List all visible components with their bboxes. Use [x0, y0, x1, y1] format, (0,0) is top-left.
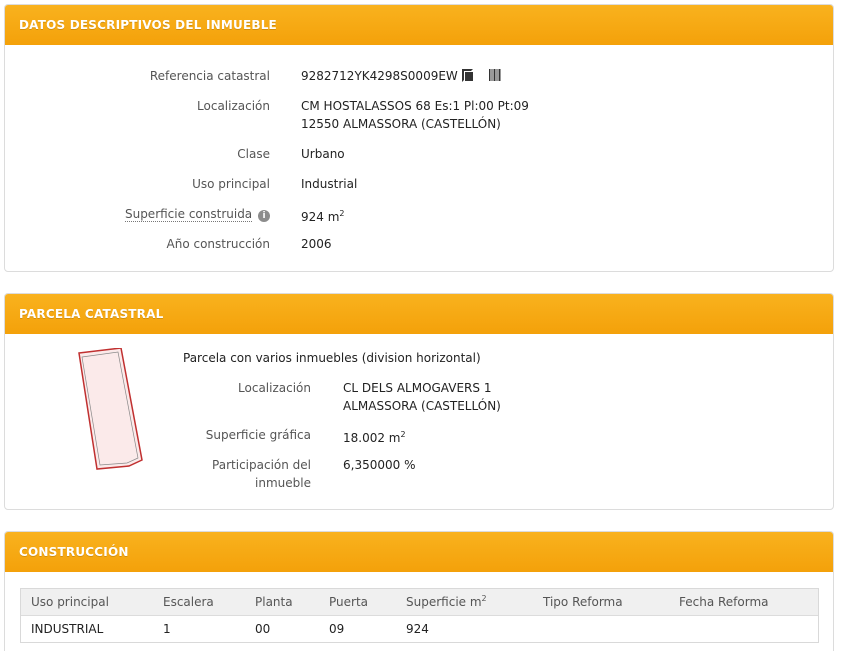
superficie-label-text: Superficie construida — [124, 207, 253, 222]
parcel-shape — [78, 348, 143, 470]
cell-planta: 00 — [255, 621, 271, 636]
col-planta[interactable]: Planta — [245, 589, 319, 616]
parcel-description: Parcela con varios inmuebles (division h… — [183, 351, 481, 365]
anio-value: 2006 — [301, 237, 332, 251]
parcel-panel: PARCELA CATASTRAL Parcela con varios inm… — [4, 293, 834, 510]
parcel-superficie-sup: 2 — [400, 430, 406, 439]
parcel-superficie-number: 18.002 m — [343, 431, 401, 445]
table-header-row: Uso principal Escalera Planta Puerta Sup… — [21, 589, 818, 616]
uso-value: Industrial — [301, 177, 358, 191]
participacion-value: 6,350000 % — [343, 458, 416, 472]
participacion-label-line2: inmueble — [255, 476, 311, 490]
parcel-header[interactable]: PARCELA CATASTRAL — [5, 294, 833, 334]
col-escalera[interactable]: Escalera — [153, 589, 245, 616]
superficie-label: Superficie construida i — [124, 205, 270, 223]
construction-table: Uso principal Escalera Planta Puerta Sup… — [21, 589, 818, 642]
cell-escalera: 1 — [163, 621, 171, 636]
descriptive-data-panel: DATOS DESCRIPTIVOS DEL INMUEBLE Referenc… — [4, 4, 834, 272]
parcel-map-thumbnail[interactable] — [75, 348, 150, 473]
referencia-value: 9282712YK4298S0009EW — [301, 67, 501, 85]
descriptive-data-header[interactable]: DATOS DESCRIPTIVOS DEL INMUEBLE — [5, 5, 833, 45]
col-uso-principal[interactable]: Uso principal — [21, 589, 153, 616]
col-puerta[interactable]: Puerta — [319, 589, 396, 616]
cell-uso: INDUSTRIAL — [31, 621, 104, 636]
parcel-localizacion-line1: CL DELS ALMOGAVERS 1 — [343, 381, 492, 395]
superficie-number: 924 m — [301, 210, 340, 224]
parcel-localizacion-line2: ALMASSORA (CASTELLÓN) — [343, 399, 501, 413]
localizacion-line1: CM HOSTALASSOS 68 Es:1 Pl:00 Pt:09 — [301, 99, 529, 113]
uso-label: Uso principal — [192, 177, 270, 191]
localizacion-label: Localización — [197, 99, 270, 113]
parcel-superficie-label: Superficie gráfica — [205, 428, 311, 442]
info-icon[interactable]: i — [258, 210, 270, 222]
referencia-text: 9282712YK4298S0009EW — [301, 69, 458, 83]
barcode-icon[interactable] — [488, 69, 501, 81]
localizacion-line2: 12550 ALMASSORA (CASTELLÓN) — [301, 117, 501, 131]
table-row: INDUSTRIAL 1 00 09 924 — [21, 615, 818, 642]
col-superficie[interactable]: Superficie m2 — [396, 589, 533, 616]
superficie-sup: 2 — [339, 209, 345, 218]
construction-table-wrapper: Uso principal Escalera Planta Puerta Sup… — [20, 588, 819, 643]
cell-superficie: 924 — [406, 621, 429, 636]
construction-panel: CONSTRUCCIÓN Uso principal Escalera Plan… — [4, 531, 834, 651]
parcel-superficie-value: 18.002 m2 — [343, 426, 406, 447]
participacion-label-line1: Participación del — [212, 458, 311, 472]
col-tipo-reforma[interactable]: Tipo Reforma — [533, 589, 669, 616]
localizacion-value: CM HOSTALASSOS 68 Es:1 Pl:00 Pt:09 12550… — [301, 97, 529, 133]
clase-label: Clase — [237, 147, 270, 161]
parcel-localizacion-value: CL DELS ALMOGAVERS 1 ALMASSORA (CASTELLÓ… — [343, 379, 501, 415]
referencia-label: Referencia catastral — [149, 69, 270, 83]
parcel-localizacion-label: Localización — [238, 381, 311, 395]
copy-icon[interactable] — [461, 69, 473, 82]
col-superficie-sup: 2 — [481, 594, 487, 604]
cell-puerta: 09 — [329, 621, 345, 636]
cell-tipo-reforma — [533, 615, 669, 642]
construction-header[interactable]: CONSTRUCCIÓN — [5, 532, 833, 572]
clase-value: Urbano — [301, 147, 345, 161]
cell-fecha-reforma — [669, 615, 818, 642]
participacion-label: Participación del inmueble — [212, 456, 311, 492]
superficie-value: 924 m2 — [301, 205, 345, 226]
col-superficie-text: Superficie m — [406, 595, 482, 610]
col-fecha-reforma[interactable]: Fecha Reforma — [669, 589, 818, 616]
anio-label: Año construcción — [166, 237, 271, 251]
